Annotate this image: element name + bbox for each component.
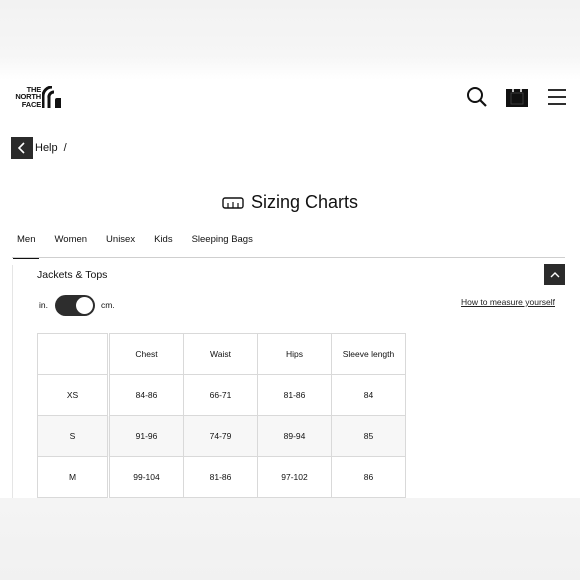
column-header: Waist (183, 333, 258, 375)
chevron-left-icon (17, 142, 25, 154)
unit-toggle[interactable] (54, 294, 95, 316)
breadcrumb-separator: / (63, 142, 67, 154)
table-cell: 97-102 (257, 456, 332, 498)
table-cell: 99-104 (108, 456, 184, 498)
unit-cm-label: cm. (100, 300, 115, 310)
menu-icon[interactable] (546, 86, 568, 113)
toggle-knob (75, 296, 93, 314)
logo-text: THE NORTH FACE (15, 84, 41, 109)
blurred-bottom-area (0, 498, 580, 580)
table-cell: 84-86 (108, 374, 184, 416)
tab-sleeping-bags[interactable]: Sleeping Bags (192, 234, 253, 258)
unit-toggle-row: in. cm. (39, 294, 115, 316)
table-cell: 89-94 (257, 415, 332, 457)
table-cell: 85 (331, 415, 406, 457)
column-header: Hips (257, 333, 332, 375)
size-label: M (37, 456, 110, 498)
blurred-top-area (0, 0, 580, 80)
section-left-border (12, 265, 13, 498)
column-header: Chest (108, 333, 184, 375)
back-button[interactable] (11, 137, 33, 159)
size-label: XS (37, 374, 110, 416)
unit-inches-label: in. (39, 300, 48, 310)
category-tabs: Men Women Unisex Kids Sleeping Bags (12, 234, 272, 259)
search-icon[interactable] (466, 86, 488, 113)
ruler-icon (222, 196, 244, 209)
table-cell: 86 (331, 456, 406, 498)
section-title[interactable]: Jackets & Tops (37, 269, 107, 281)
table-cell: 81-86 (257, 374, 332, 416)
tab-unisex[interactable]: Unisex (106, 234, 135, 258)
table-cell: 84 (331, 374, 406, 416)
how-to-measure-link[interactable]: How to measure yourself (461, 297, 555, 307)
table-cell: 74-79 (183, 415, 258, 457)
breadcrumb-help-link[interactable]: Help (35, 142, 58, 154)
table-row: S 91-96 74-79 89-94 85 (37, 415, 406, 457)
table-cell: 66-71 (183, 374, 258, 416)
shopping-bag-icon[interactable] (505, 85, 529, 113)
the-north-face-logo[interactable]: THE NORTH FACE (11, 84, 63, 110)
size-label: S (37, 415, 110, 457)
chevron-up-icon (550, 271, 559, 277)
column-header: Sleeve length (331, 333, 406, 375)
tabs-divider (12, 257, 565, 258)
page-title: Sizing Charts (0, 192, 580, 213)
tab-men[interactable]: Men (12, 234, 41, 259)
half-dome-icon (42, 86, 61, 108)
tab-kids[interactable]: Kids (154, 234, 172, 258)
tab-women[interactable]: Women (54, 234, 87, 258)
page-title-text: Sizing Charts (250, 192, 359, 212)
collapse-section-button[interactable] (544, 264, 565, 285)
table-row: XS 84-86 66-71 81-86 84 (37, 374, 406, 416)
table-row: M 99-104 81-86 97-102 86 (37, 456, 406, 498)
breadcrumb: Help / (11, 137, 67, 159)
table-cell: 91-96 (108, 415, 184, 457)
table-header-row: Chest Waist Hips Sleeve length (37, 333, 406, 375)
table-cell: 81-86 (183, 456, 258, 498)
column-header (37, 333, 110, 375)
size-table: Chest Waist Hips Sleeve length XS 84-86 … (37, 333, 406, 498)
